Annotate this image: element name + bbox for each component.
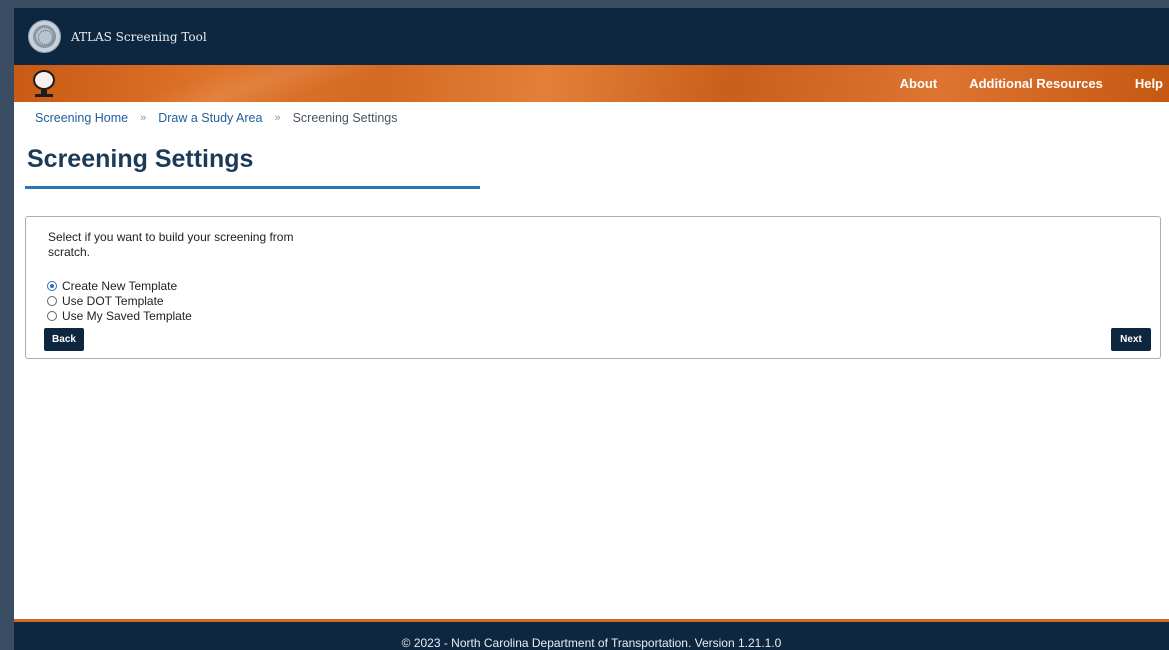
breadcrumb: Screening Home » Draw a Study Area » Scr…: [35, 111, 398, 125]
option-use-my-saved-template[interactable]: Use My Saved Template: [47, 308, 192, 323]
option-use-dot-template[interactable]: Use DOT Template: [47, 293, 192, 308]
nc-seal-logo: [28, 20, 61, 53]
nav-additional-resources-link[interactable]: Additional Resources: [969, 76, 1103, 91]
breadcrumb-draw-study-area[interactable]: Draw a Study Area: [158, 111, 262, 125]
screening-settings-card: Select if you want to build your screeni…: [25, 216, 1161, 359]
option-label: Create New Template: [62, 278, 178, 293]
globe-icon[interactable]: [32, 70, 56, 98]
main-nav-bar: About Additional Resources Help: [14, 65, 1169, 102]
title-underline: [25, 186, 480, 189]
browser-window: ATLAS Screening Tool About Additional Re…: [14, 8, 1169, 650]
option-create-new-template[interactable]: Create New Template: [47, 278, 192, 293]
breadcrumb-screening-home[interactable]: Screening Home: [35, 111, 128, 125]
nav-links: About Additional Resources Help: [900, 65, 1169, 102]
option-label: Use My Saved Template: [62, 308, 192, 323]
option-label: Use DOT Template: [62, 293, 164, 308]
breadcrumb-separator: »: [140, 112, 147, 124]
instruction-text: Select if you want to build your screeni…: [48, 230, 294, 259]
breadcrumb-current: Screening Settings: [292, 111, 398, 125]
nav-about-link[interactable]: About: [900, 76, 938, 91]
radio-button[interactable]: [47, 310, 57, 321]
footer: © 2023 - North Carolina Department of Tr…: [14, 622, 1169, 650]
template-radio-group: Create New Template Use DOT Template Use…: [47, 278, 192, 323]
radio-button-checked[interactable]: [47, 280, 57, 291]
nav-help-link[interactable]: Help: [1135, 76, 1163, 91]
next-button[interactable]: Next: [1111, 328, 1151, 351]
breadcrumb-separator: »: [274, 112, 281, 124]
radio-button[interactable]: [47, 295, 57, 306]
footer-copyright: © 2023 - North Carolina Department of Tr…: [401, 635, 782, 650]
app-title: ATLAS Screening Tool: [71, 30, 207, 44]
back-button[interactable]: Back: [44, 328, 84, 351]
app-title-bar: ATLAS Screening Tool: [14, 8, 1169, 65]
page-title: Screening Settings: [27, 145, 254, 173]
